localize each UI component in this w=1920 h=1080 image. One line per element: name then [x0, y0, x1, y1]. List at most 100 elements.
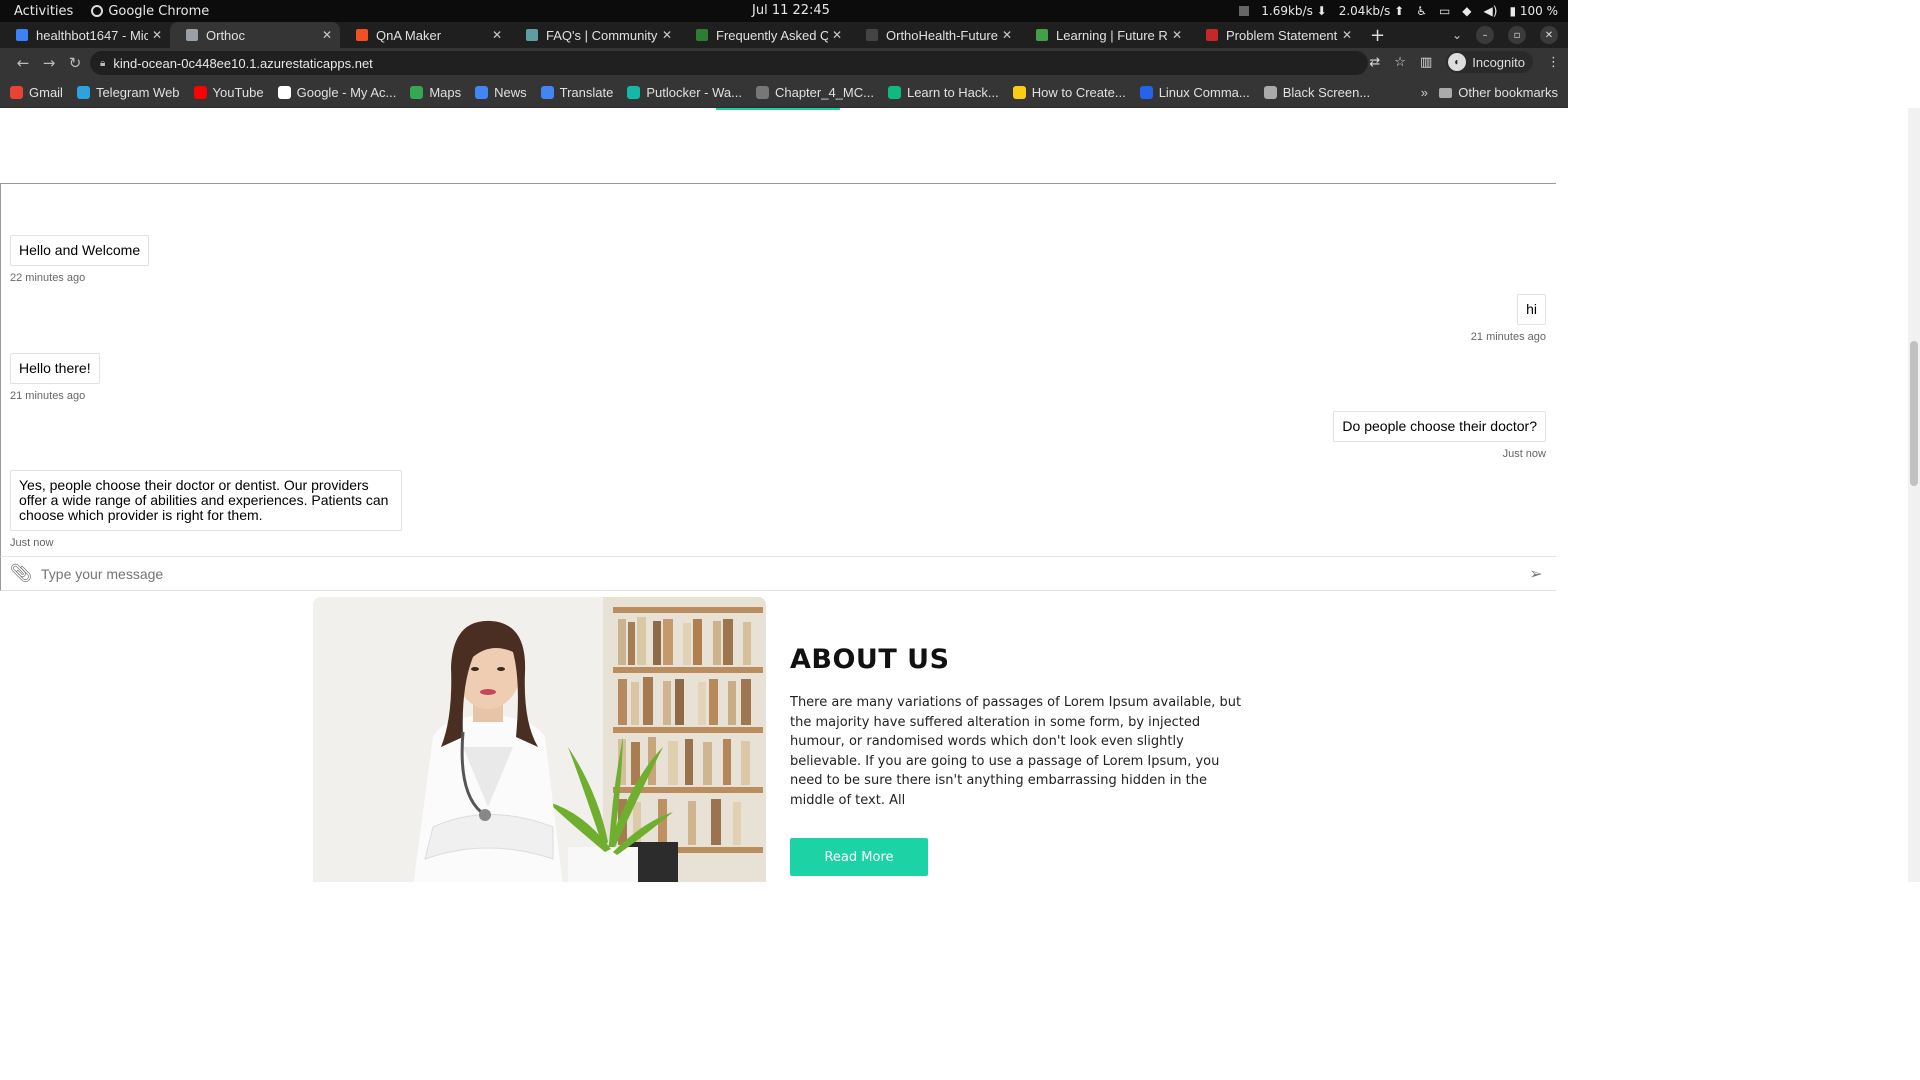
browser-tab[interactable]: FAQ's | Community H ✕ — [510, 22, 680, 48]
tab-favicon-icon — [866, 29, 878, 41]
bot-message: Yes, people choose their doctor or denti… — [10, 470, 402, 549]
reload-button[interactable]: ↻ — [62, 54, 88, 72]
tab-close-icon[interactable]: ✕ — [832, 28, 842, 42]
bookmark-item[interactable]: How to Create... — [1012, 85, 1126, 100]
net-up-rate: 2.04kb/s ⬆ — [1338, 4, 1405, 18]
tab-favicon-icon — [356, 29, 368, 41]
doctor-photo — [313, 597, 766, 882]
bookmark-item[interactable]: Gmail — [10, 85, 63, 100]
browser-tab[interactable]: Learning | Future Rea ✕ — [1020, 22, 1190, 48]
translate-icon[interactable]: ⇄ — [1369, 55, 1380, 70]
browser-tab[interactable]: QnA Maker ✕ — [340, 22, 510, 48]
bookmark-label: Putlocker - Wa... — [646, 85, 742, 100]
bookmark-favicon-icon — [76, 86, 90, 99]
bookmark-favicon-icon — [887, 86, 901, 99]
back-button[interactable]: ← — [10, 54, 36, 72]
scrollbar-thumb[interactable] — [1910, 341, 1918, 486]
chat-composer: 📎︎ ➢ — [0, 556, 1556, 591]
battery: ▮ 100 % — [1509, 4, 1558, 18]
bookmark-favicon-icon — [1263, 86, 1277, 99]
nav-active-underline — [716, 108, 840, 110]
bookmark-star-icon[interactable]: ☆ — [1394, 55, 1406, 70]
bookmark-item[interactable]: Learn to Hack... — [887, 85, 999, 100]
folder-icon — [1439, 87, 1453, 98]
volume-icon: ◀) — [1483, 4, 1498, 18]
bookmark-favicon-icon — [755, 86, 769, 99]
restore-button[interactable]: ▫ — [1508, 26, 1526, 44]
side-panel-icon[interactable]: ▥ — [1420, 55, 1432, 70]
message-input[interactable] — [41, 565, 1516, 582]
tab-favicon-icon — [186, 29, 198, 41]
accessibility-icon: ♿ — [1416, 4, 1427, 18]
about-body: There are many variations of passages of… — [790, 695, 1242, 808]
browser-tab[interactable]: Problem Statement: ✕ — [1190, 22, 1360, 48]
tab-title: healthbot1647 - Micro — [36, 27, 148, 43]
os-top-bar: Activities Google Chrome Jul 11 22:45 1.… — [0, 0, 1568, 22]
tab-close-icon[interactable]: ✕ — [322, 28, 332, 42]
other-bookmarks-folder[interactable]: Other bookmarks — [1439, 85, 1558, 100]
bookmark-item[interactable]: Putlocker - Wa... — [627, 85, 742, 100]
forward-button[interactable]: → — [36, 54, 62, 72]
bookmark-item[interactable]: Chapter_4_MC... — [755, 85, 874, 100]
page-scrollbar[interactable] — [1908, 108, 1920, 882]
bookmark-item[interactable]: Telegram Web — [76, 85, 180, 100]
incognito-label: Incognito — [1472, 54, 1525, 70]
tab-close-icon[interactable]: ✕ — [1342, 28, 1352, 42]
bookmark-item[interactable]: YouTube — [193, 85, 264, 100]
tab-favicon-icon — [1036, 29, 1048, 41]
bookmark-label: Maps — [429, 85, 462, 100]
tab-close-icon[interactable]: ✕ — [1172, 28, 1182, 42]
lock-icon[interactable]: 🔒︎ — [100, 58, 105, 69]
minimize-button[interactable]: – — [1476, 26, 1494, 44]
tab-close-icon[interactable]: ✕ — [152, 28, 162, 42]
new-tab-button[interactable]: + — [1360, 25, 1395, 46]
incognito-profile-button[interactable]: ◐ Incognito — [1446, 51, 1533, 73]
message-timestamp: 22 minutes ago — [10, 272, 86, 284]
other-bookmarks-label: Other bookmarks — [1458, 85, 1558, 100]
bookmark-favicon-icon — [540, 86, 554, 99]
bookmarks-overflow-button[interactable]: » — [1421, 85, 1428, 100]
message-timestamp: Just now — [10, 537, 54, 549]
paperclip-icon[interactable]: 📎︎ — [1, 563, 41, 584]
browser-tab[interactable]: healthbot1647 - Micro ✕ — [0, 22, 170, 48]
tab-favicon-icon — [1206, 29, 1218, 41]
tab-favicon-icon — [16, 29, 28, 41]
browser-tab[interactable]: Orthoc ✕ — [170, 22, 340, 48]
bookmark-item[interactable]: News — [475, 85, 527, 100]
menu-kebab-icon[interactable]: ⋮ — [1547, 55, 1560, 70]
tab-close-icon[interactable]: ✕ — [662, 28, 672, 42]
read-more-button[interactable]: Read More — [790, 838, 928, 876]
bookmark-favicon-icon — [627, 86, 641, 99]
bookmark-item[interactable]: Black Screen... — [1263, 85, 1370, 100]
bookmark-label: Learn to Hack... — [906, 85, 999, 100]
bookmark-label: Telegram Web — [95, 85, 180, 100]
grid-icon — [1239, 6, 1250, 16]
clock[interactable]: Jul 11 22:45 — [752, 3, 830, 18]
activities-button[interactable]: Activities — [14, 4, 73, 19]
bookmark-item[interactable]: Google - My Ac... — [277, 85, 396, 100]
tab-close-icon[interactable]: ✕ — [492, 28, 502, 42]
browser-tab[interactable]: Frequently Asked Qu ✕ — [680, 22, 850, 48]
wifi-icon: ◆ — [1462, 4, 1472, 18]
browser-tab[interactable]: OrthoHealth-Future- ✕ — [850, 22, 1020, 48]
tab-title: Frequently Asked Qu — [716, 27, 828, 43]
tab-search-icon[interactable]: ⌄ — [1452, 28, 1462, 42]
tab-close-icon[interactable]: ✕ — [1002, 28, 1012, 42]
message-timestamp: 21 minutes ago — [10, 390, 86, 402]
message-bubble: Yes, people choose their doctor or denti… — [10, 470, 402, 531]
bookmark-item[interactable]: Maps — [410, 85, 461, 100]
bookmark-item[interactable]: Linux Comma... — [1139, 85, 1250, 100]
address-bar[interactable]: 🔒︎ kind-ocean-0c448ee10.1.azurestaticapp… — [90, 51, 1368, 75]
app-name: Google Chrome — [108, 3, 210, 19]
send-icon[interactable]: ➢ — [1516, 564, 1556, 584]
system-tray[interactable]: 1.69kb/s ⬇ 2.04kb/s ⬆ ♿ ▭ ◆ ◀) ▮ 100 % — [1239, 0, 1558, 22]
message-timestamp: 21 minutes ago — [1470, 331, 1546, 343]
url-text: kind-ocean-0c448ee10.1.azurestaticapps.n… — [113, 55, 373, 71]
bookmark-label: Translate — [559, 85, 614, 100]
tab-strip: healthbot1647 - Micro✕Orthoc✕QnA Maker✕F… — [0, 22, 1568, 48]
message-bubble: Do people choose their doctor? — [1333, 411, 1546, 442]
bookmark-label: Chapter_4_MC... — [774, 85, 874, 100]
bookmark-item[interactable]: Translate — [540, 85, 614, 100]
close-window-button[interactable]: ✕ — [1540, 26, 1558, 44]
app-menu[interactable]: Google Chrome — [91, 4, 209, 19]
